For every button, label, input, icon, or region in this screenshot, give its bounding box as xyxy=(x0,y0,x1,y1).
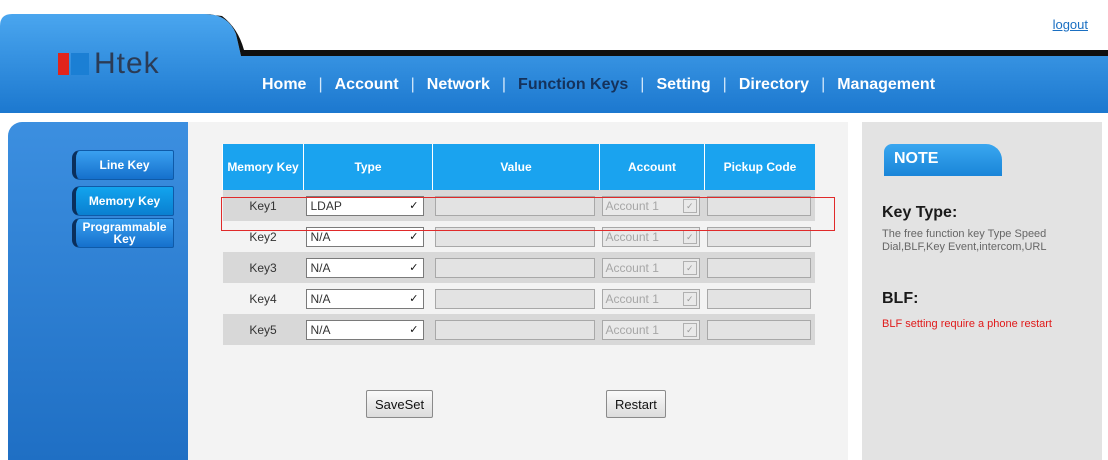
type-select-value: N/A xyxy=(310,291,331,306)
type-select-value: N/A xyxy=(310,322,331,337)
type-select-value: N/A xyxy=(310,229,331,244)
account-select-value: Account 1 xyxy=(605,229,659,244)
account-select-value: Account 1 xyxy=(605,260,659,275)
blf-heading: BLF: xyxy=(882,290,919,307)
note-panel: NOTE Key Type: The free function key Typ… xyxy=(862,122,1102,460)
key-label: Key1 xyxy=(222,190,304,221)
type-select[interactable]: LDAP ✓ xyxy=(305,195,424,216)
note-tab: NOTE xyxy=(884,144,1002,176)
table-row: Key3 N/A ✓ Account 1 ✓ xyxy=(222,252,815,283)
column-header-memory-key: Memory Key xyxy=(222,144,304,190)
key-label: Key2 xyxy=(222,221,304,252)
chevron-down-icon: ✓ xyxy=(682,291,697,306)
value-input[interactable] xyxy=(434,257,595,278)
chevron-down-icon: ✓ xyxy=(409,293,419,305)
chevron-down-icon: ✓ xyxy=(409,200,419,212)
type-select[interactable]: N/A ✓ xyxy=(305,226,424,247)
table-row: Key2 N/A ✓ Account 1 ✓ xyxy=(222,221,815,252)
key-label: Key4 xyxy=(222,283,304,314)
value-input[interactable] xyxy=(434,226,595,247)
nav-management[interactable]: Management xyxy=(825,76,947,94)
type-select[interactable]: N/A ✓ xyxy=(305,288,424,309)
saveset-button[interactable]: SaveSet xyxy=(366,390,434,418)
pickup-code-input[interactable] xyxy=(706,257,811,278)
account-select[interactable]: Account 1 ✓ xyxy=(601,288,700,309)
nav-home[interactable]: Home xyxy=(250,76,318,94)
restart-button[interactable]: Restart xyxy=(606,390,666,418)
logo-mark-icon xyxy=(58,51,90,77)
chevron-down-icon: ✓ xyxy=(682,260,697,275)
column-header-value: Value xyxy=(432,144,600,190)
key-type-heading: Key Type: xyxy=(882,204,958,221)
chevron-down-icon: ✓ xyxy=(682,229,697,244)
column-header-type: Type xyxy=(303,144,433,190)
nav-network[interactable]: Network xyxy=(415,76,502,94)
pickup-code-input[interactable] xyxy=(706,195,811,216)
chevron-down-icon: ✓ xyxy=(409,324,419,336)
account-select[interactable]: Account 1 ✓ xyxy=(601,319,700,340)
account-select-value: Account 1 xyxy=(605,322,659,337)
table-row: Key1 LDAP ✓ Account 1 ✓ xyxy=(222,190,815,221)
chevron-down-icon: ✓ xyxy=(409,231,419,243)
account-select-value: Account 1 xyxy=(605,291,659,306)
pickup-code-input[interactable] xyxy=(706,226,811,247)
header: logout Htek Home | Account | Network | F… xyxy=(0,0,1108,118)
value-input[interactable] xyxy=(434,195,595,216)
key-label: Key3 xyxy=(222,252,304,283)
type-select-value: LDAP xyxy=(310,198,342,213)
nav-account[interactable]: Account xyxy=(323,76,411,94)
blf-description: BLF setting require a phone restart xyxy=(882,318,1052,330)
account-select[interactable]: Account 1 ✓ xyxy=(601,195,700,216)
logo-text: Htek xyxy=(94,47,160,80)
chevron-down-icon: ✓ xyxy=(682,322,697,337)
table-row: Key5 N/A ✓ Account 1 ✓ xyxy=(222,314,815,345)
main-nav: Home | Account | Network | Function Keys… xyxy=(250,64,947,106)
logout-link[interactable]: logout xyxy=(1053,17,1088,32)
account-select-value: Account 1 xyxy=(605,198,659,213)
type-select-value: N/A xyxy=(310,260,331,275)
pickup-code-input[interactable] xyxy=(706,319,811,340)
account-select[interactable]: Account 1 ✓ xyxy=(601,257,700,278)
sidebar-item-memory-key[interactable]: Memory Key xyxy=(72,186,174,216)
type-select[interactable]: N/A ✓ xyxy=(305,319,424,340)
memory-key-table: Memory Key Type Value Account Pickup Cod… xyxy=(222,144,815,345)
column-header-account: Account xyxy=(599,144,705,190)
chevron-down-icon: ✓ xyxy=(682,198,697,213)
value-input[interactable] xyxy=(434,288,595,309)
sidebar-item-line-key[interactable]: Line Key xyxy=(72,150,174,180)
value-input[interactable] xyxy=(434,319,595,340)
nav-function-keys[interactable]: Function Keys xyxy=(506,76,640,94)
account-select[interactable]: Account 1 ✓ xyxy=(601,226,700,247)
nav-directory[interactable]: Directory xyxy=(727,76,821,94)
key-label: Key5 xyxy=(222,314,304,345)
column-header-pickup-code: Pickup Code xyxy=(704,144,815,190)
chevron-down-icon: ✓ xyxy=(409,262,419,274)
main-content: Memory Key Type Value Account Pickup Cod… xyxy=(188,122,848,460)
pickup-code-input[interactable] xyxy=(706,288,811,309)
table-row: Key4 N/A ✓ Account 1 ✓ xyxy=(222,283,815,314)
sidebar-item-programmable-key[interactable]: Programmable Key xyxy=(72,218,174,248)
nav-setting[interactable]: Setting xyxy=(644,76,722,94)
htek-logo: Htek xyxy=(58,46,160,82)
key-type-description: The free function key Type Speed Dial,BL… xyxy=(882,228,1047,253)
sidebar: Line Key Memory Key Programmable Key xyxy=(8,122,188,460)
type-select[interactable]: N/A ✓ xyxy=(305,257,424,278)
